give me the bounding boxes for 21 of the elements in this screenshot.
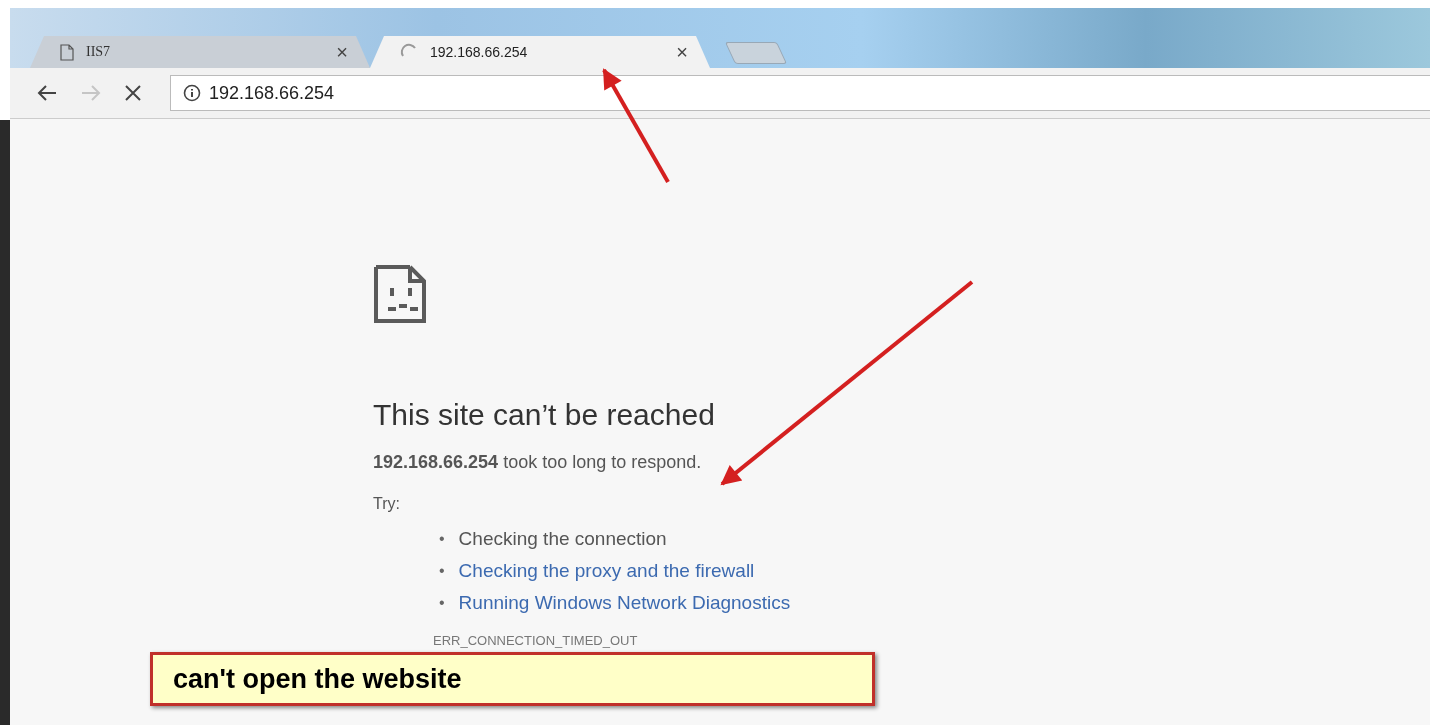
stop-icon	[124, 84, 142, 102]
suggestion-link[interactable]: Running Windows Network Diagnostics	[458, 587, 791, 619]
bullet: •	[439, 593, 445, 613]
close-icon[interactable]: ×	[336, 40, 348, 64]
suggestion-link[interactable]: Checking the proxy and the firewall	[458, 555, 755, 587]
arrow-left-icon	[36, 84, 58, 102]
browser-tab[interactable]: 192.168.66.254 ×	[370, 36, 710, 68]
error-code: ERR_CONNECTION_TIMED_OUT	[433, 633, 639, 648]
try-label: Try:	[373, 495, 401, 513]
suggestion-text: Checking the connection	[458, 527, 667, 551]
arrow-right-icon	[80, 84, 102, 102]
browser-tab[interactable]: IIS7 ×	[30, 36, 370, 68]
info-icon	[183, 84, 201, 102]
callout-note: can't open the website	[150, 652, 875, 706]
page-icon	[60, 43, 74, 61]
bullet: •	[439, 529, 445, 549]
error-message: 192.168.66.254 took too long to respond.	[373, 452, 703, 473]
close-icon[interactable]: ×	[676, 40, 688, 64]
bullet: •	[439, 561, 445, 581]
error-heading: This site can’t be reached	[373, 398, 716, 432]
address-bar[interactable]: 192.168.66.254	[170, 75, 1430, 111]
